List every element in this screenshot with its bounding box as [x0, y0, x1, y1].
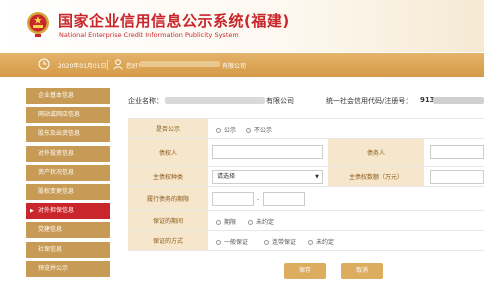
active-arrow-icon: ▶ — [30, 208, 34, 215]
sidebar-item[interactable]: 党建信息 — [26, 222, 110, 239]
company-name-suffix: 有限公司 — [266, 97, 294, 105]
radio-method-none[interactable]: 未约定 — [308, 237, 334, 246]
row-guarantee-period: 保证的期间 期限 未约定 — [128, 211, 484, 231]
user-icon — [113, 59, 123, 70]
radio-not-public[interactable]: 不公示 — [246, 125, 272, 134]
period-label: 履行债务的期限 — [128, 187, 208, 210]
debtor-input[interactable] — [430, 145, 484, 159]
sidebar-item[interactable]: 股东及出资信息 — [26, 126, 110, 143]
site-header: 国家企业信用信息公示系统(福建) National Enterprise Cre… — [0, 0, 484, 52]
national-emblem-icon — [27, 12, 49, 37]
save-button[interactable]: 保存 — [284, 263, 326, 279]
row-parties: 债权人 债务人 — [128, 139, 484, 167]
claim-amount-input[interactable] — [430, 170, 484, 184]
redacted-name — [140, 61, 220, 67]
radio-period-none[interactable]: 未约定 — [248, 217, 274, 226]
guarantee-method-label: 保证的方式 — [128, 231, 208, 250]
credit-code-label: 统一社会信用代码/注册号： — [326, 97, 413, 105]
creditor-label: 债权人 — [128, 139, 208, 166]
claim-type-label: 主债权种类 — [128, 167, 208, 186]
sidebar-item-label: 资产状况信息 — [38, 168, 75, 176]
public-label: 是否公示 — [128, 119, 208, 138]
clock-icon — [38, 58, 50, 70]
divider — [107, 60, 108, 70]
period-separator: - — [257, 196, 260, 203]
sidebar-item-label: 对外担保信息 — [38, 207, 75, 215]
sidebar-item-label: 股权变更信息 — [38, 187, 75, 195]
debtor-label: 债务人 — [328, 139, 424, 166]
redacted-credit-code — [433, 97, 484, 104]
row-guarantee-method: 保证的方式 一般保证 连带保证 未约定 — [128, 231, 484, 251]
site-title: 国家企业信用信息公示系统(福建) — [58, 12, 290, 30]
claim-amount-label: 主债权数额（万元） — [328, 167, 424, 186]
guarantee-form: 是否公示 公示 不公示 债权人 债务人 主债权种类 请选择 ▼ 主债权数额（万元… — [128, 118, 484, 251]
sidebar-item-label: 股东及出资信息 — [38, 130, 81, 138]
sidebar-item-label: 预览并公示 — [38, 264, 69, 272]
sidebar-item-label: 社保信息 — [38, 245, 63, 253]
period-end-input[interactable] — [263, 192, 305, 206]
period-start-input[interactable] — [212, 192, 254, 206]
row-public: 是否公示 公示 不公示 — [128, 119, 484, 139]
redacted-company-name — [165, 97, 265, 104]
sidebar-item[interactable]: 股权变更信息 — [26, 183, 110, 200]
site-subtitle: National Enterprise Credit Information P… — [59, 31, 239, 39]
sidebar-item-label: 网站或网店信息 — [38, 111, 81, 119]
sidebar-item-label: 企业基本信息 — [38, 92, 75, 99]
company-name-label: 企业名称： — [128, 97, 163, 105]
dropdown-arrow-icon: ▼ — [315, 174, 319, 180]
info-bar: 2020年01月01日 您好！ 有限公司 — [0, 53, 484, 77]
sidebar-item[interactable]: 社保信息 — [26, 241, 110, 258]
creditor-input[interactable] — [212, 145, 323, 159]
sidebar-item-label: 党建信息 — [38, 226, 63, 234]
company-suffix: 有限公司 — [222, 63, 247, 70]
sidebar-item[interactable]: 企业基本信息 — [26, 88, 110, 104]
row-period: 履行债务的期限 - — [128, 187, 484, 211]
radio-method-joint[interactable]: 连带保证 — [264, 237, 296, 246]
sidebar-item[interactable]: ▶ 对外担保信息 — [26, 203, 110, 220]
sidebar-item-label: 对外投资信息 — [38, 149, 75, 157]
sidebar-item[interactable]: 对外投资信息 — [26, 145, 110, 162]
sidebar-item[interactable]: 资产状况信息 — [26, 164, 110, 181]
row-claim: 主债权种类 请选择 ▼ 主债权数额（万元） — [128, 167, 484, 187]
claim-type-select[interactable]: 请选择 ▼ — [212, 170, 323, 184]
radio-public[interactable]: 公示 — [216, 125, 236, 134]
radio-method-general[interactable]: 一般保证 — [216, 237, 248, 246]
current-date: 2020年01月01日 — [58, 63, 107, 70]
sidebar-nav: 企业基本信息 网站或网店信息 股东及出资信息 对外投资信息 资产状况信息 股权变更信息 ▶ 对… — [26, 88, 110, 280]
sidebar-item[interactable]: 预览并公示 — [26, 260, 110, 277]
cancel-button[interactable]: 取消 — [341, 263, 383, 279]
radio-period-term[interactable]: 期限 — [216, 217, 236, 226]
guarantee-period-label: 保证的期间 — [128, 211, 208, 230]
sidebar-item[interactable]: 网站或网店信息 — [26, 107, 110, 124]
